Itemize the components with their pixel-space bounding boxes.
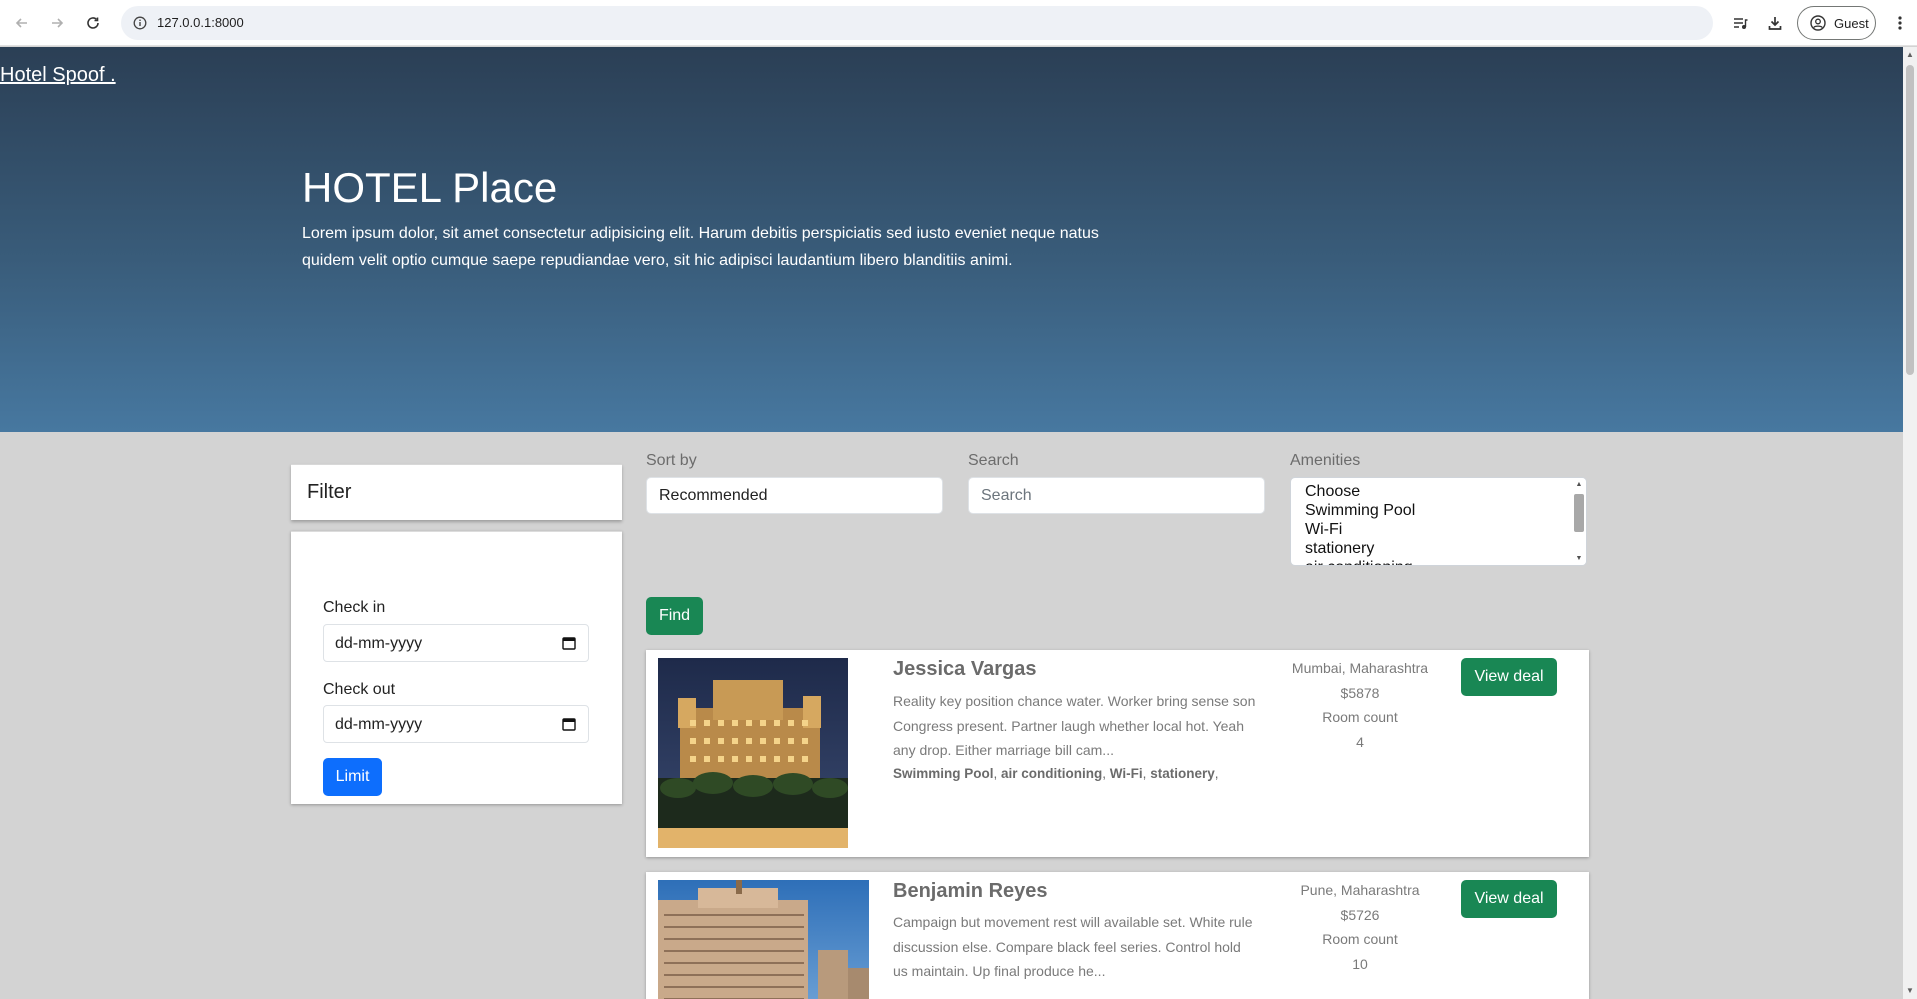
page-scrollbar[interactable]: ▲ ▼ <box>1903 47 1917 999</box>
room-count-value: 10 <box>1352 955 1368 972</box>
amenity-option[interactable]: Wi-Fi <box>1291 520 1586 539</box>
checkout-label: Check out <box>323 681 396 698</box>
amenity-tag: air conditioning <box>1001 766 1103 781</box>
brand-link[interactable]: Hotel Spoof . <box>0 64 116 87</box>
amenities-scroll-thumb[interactable] <box>1574 494 1584 532</box>
hotel-meta: Mumbai, Maharashtra $5878 Room count 4 <box>1286 656 1434 754</box>
amenity-tag: Swimming Pool <box>893 766 994 781</box>
hero-title: HOTEL Place <box>302 164 558 211</box>
room-count-label: Room count <box>1322 931 1398 947</box>
sort-select[interactable]: Recommended <box>646 477 943 514</box>
hotel-price: $5726 <box>1340 906 1380 923</box>
calendar-icon[interactable] <box>562 636 576 650</box>
back-arrow-icon[interactable] <box>10 11 34 35</box>
checkin-date-input[interactable]: dd-mm-yyyy <box>323 624 589 662</box>
hotel-card: Benjamin Reyes Campaign but movement res… <box>646 872 1589 999</box>
scroll-down-arrow-icon[interactable]: ▼ <box>1906 987 1914 995</box>
scroll-up-arrow-icon[interactable]: ▲ <box>1574 481 1584 488</box>
sort-label: Sort by <box>646 452 697 469</box>
checkin-value: dd-mm-yyyy <box>335 635 423 652</box>
profile-icon <box>1810 15 1826 31</box>
kebab-menu-icon[interactable] <box>1888 11 1912 35</box>
checkout-date-input[interactable]: dd-mm-yyyy <box>323 705 589 743</box>
page-scroll-thumb[interactable] <box>1906 65 1914 375</box>
search-input[interactable]: Search <box>968 477 1265 514</box>
amenity-tag: stationery <box>1150 766 1215 781</box>
filter-title: Filter <box>307 481 352 503</box>
room-count-label: Room count <box>1322 709 1398 725</box>
hotel-name[interactable]: Jessica Vargas <box>893 658 1036 681</box>
amenities-scrollbar[interactable]: ▲ ▼ <box>1571 478 1586 565</box>
media-controls-icon[interactable] <box>1728 11 1752 35</box>
hotel-name[interactable]: Benjamin Reyes <box>893 880 1048 903</box>
hotel-amenities: Swimming Pool, air conditioning, Wi-Fi, … <box>893 766 1219 781</box>
room-count-value: 4 <box>1356 733 1364 750</box>
hotel-location: Pune, Maharashtra <box>1300 882 1420 898</box>
scroll-down-arrow-icon[interactable]: ▼ <box>1574 555 1584 562</box>
find-button[interactable]: Find <box>646 597 703 635</box>
hotel-photo[interactable] <box>658 880 869 999</box>
checkout-value: dd-mm-yyyy <box>335 716 423 733</box>
hotel-description: Campaign but movement rest will availabl… <box>893 914 1253 979</box>
amenity-tag: Wi-Fi <box>1109 766 1143 781</box>
address-bar[interactable]: 127.0.0.1:8000 <box>121 6 1713 40</box>
hotel-location: Mumbai, Maharashtra <box>1291 660 1429 676</box>
filter-header: Filter <box>291 464 622 520</box>
search-label: Search <box>968 452 1019 469</box>
site-info-icon[interactable] <box>131 14 149 32</box>
filter-panel: Check in dd-mm-yyyy Check out dd-mm-yyyy… <box>291 531 622 804</box>
download-icon[interactable] <box>1763 11 1787 35</box>
hotel-photo[interactable] <box>658 658 848 848</box>
amenity-option[interactable]: Swimming Pool <box>1291 501 1586 520</box>
checkin-label: Check in <box>323 599 386 616</box>
limit-button[interactable]: Limit <box>323 758 382 796</box>
view-deal-button[interactable]: View deal <box>1461 880 1557 918</box>
url-text: 127.0.0.1:8000 <box>157 15 244 30</box>
view-deal-button[interactable]: View deal <box>1461 658 1557 696</box>
hotel-description: Reality key position chance water. Worke… <box>893 693 1256 758</box>
calendar-icon[interactable] <box>562 717 576 731</box>
browser-toolbar: 127.0.0.1:8000 Guest <box>0 0 1917 46</box>
scroll-up-arrow-icon[interactable]: ▲ <box>1906 51 1914 59</box>
reload-icon[interactable] <box>81 11 105 35</box>
hotel-card: Jessica Vargas Reality key position chan… <box>646 650 1589 857</box>
amenity-option[interactable]: air conditioning <box>1291 558 1586 565</box>
hotel-meta: Pune, Maharashtra $5726 Room count 10 <box>1286 878 1434 976</box>
profile-label: Guest <box>1834 15 1869 31</box>
amenity-option[interactable]: stationery <box>1291 539 1586 558</box>
page-viewport: Hotel Spoof . HOTEL Place Lorem ipsum do… <box>0 47 1903 999</box>
hotel-price: $5878 <box>1340 684 1380 701</box>
hero-text: Lorem ipsum dolor, sit amet consectetur … <box>302 225 1099 269</box>
hero-banner: Hotel Spoof . HOTEL Place Lorem ipsum do… <box>0 47 1903 432</box>
forward-arrow-icon[interactable] <box>45 11 69 35</box>
profile-button[interactable]: Guest <box>1797 6 1876 40</box>
amenities-label: Amenities <box>1290 452 1361 469</box>
amenity-option[interactable]: Choose <box>1291 482 1586 501</box>
amenities-multiselect[interactable]: Choose Swimming Pool Wi-Fi stationery ai… <box>1290 477 1587 566</box>
